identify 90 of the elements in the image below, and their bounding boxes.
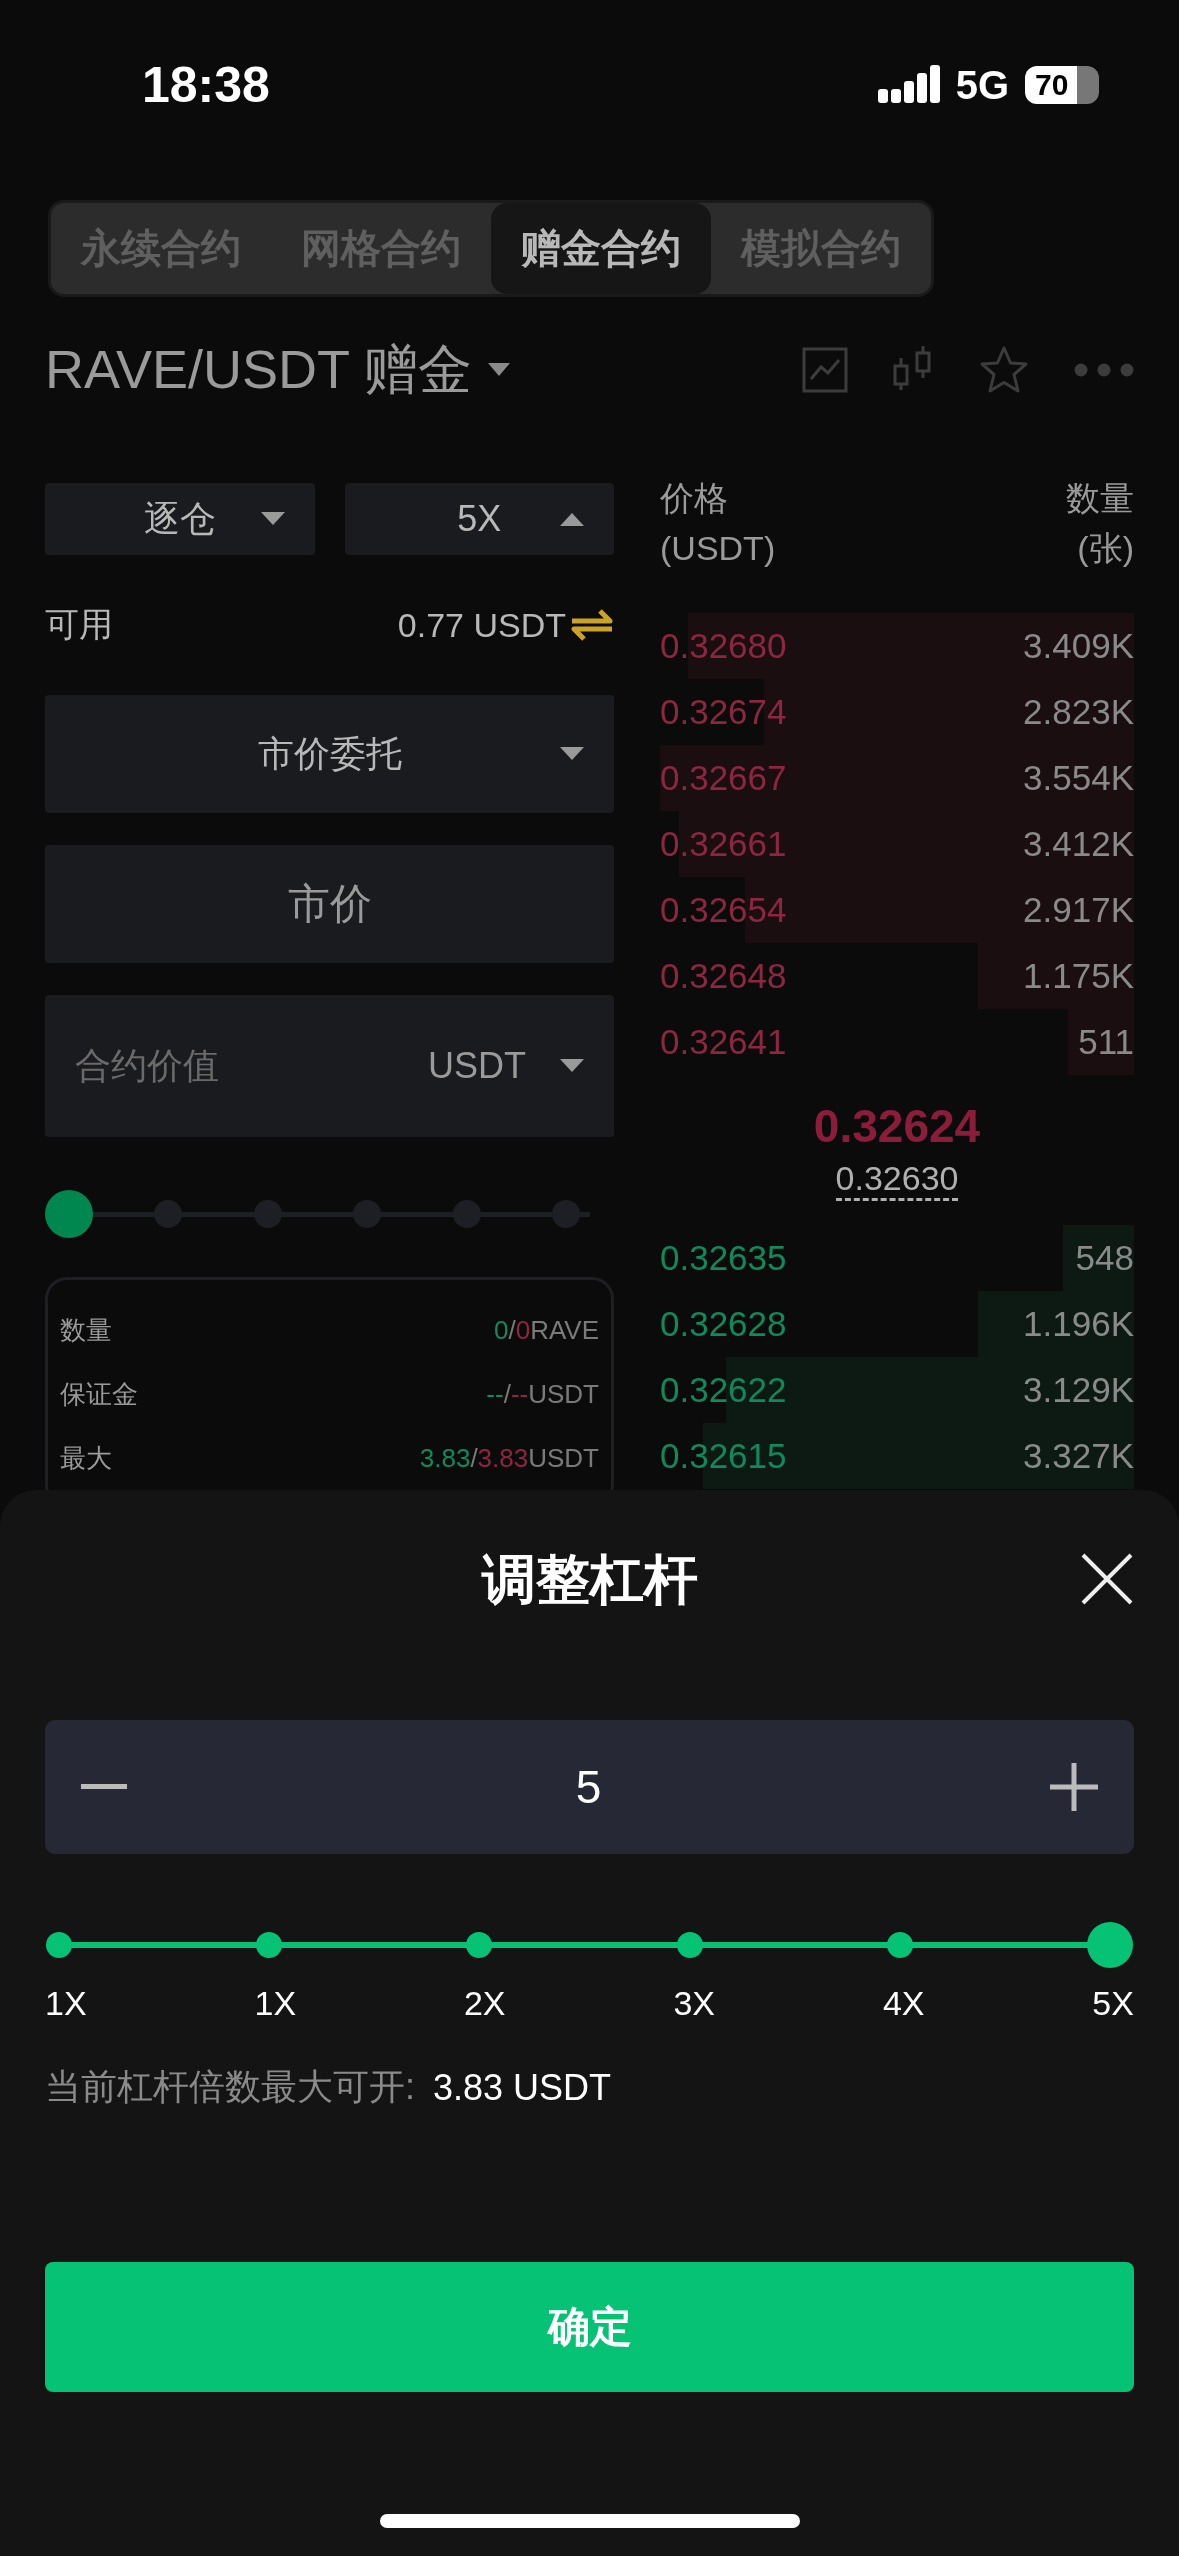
pair-title[interactable]: RAVE/USDT 赠金 bbox=[45, 333, 473, 407]
price-header: 价格 bbox=[660, 478, 729, 519]
slider-thumb[interactable] bbox=[45, 1190, 93, 1238]
available-label: 可用 bbox=[45, 604, 113, 645]
ask-amount: 511 bbox=[1078, 1022, 1134, 1062]
info-label: 数量 bbox=[60, 1313, 112, 1347]
sheet-title: 调整杠杆 bbox=[481, 1547, 698, 1611]
ask-amount: 3.412K bbox=[1023, 824, 1134, 864]
ask-row[interactable]: 0.32674 2.823K bbox=[660, 679, 1134, 745]
caret-icon[interactable] bbox=[560, 1059, 584, 1073]
leverage-label: 3X bbox=[673, 1984, 715, 2023]
amount-input[interactable]: 合约价值 bbox=[75, 1045, 394, 1087]
last-price: 0.32624 bbox=[813, 1099, 981, 1153]
bid-price: 0.32622 bbox=[660, 1370, 787, 1410]
bid-price: 0.32628 bbox=[660, 1304, 787, 1344]
ask-price: 0.32641 bbox=[660, 1022, 787, 1062]
bid-price: 0.32635 bbox=[660, 1238, 787, 1278]
leverage-label: 2X bbox=[463, 1984, 506, 2023]
ask-amount: 2.823K bbox=[1023, 692, 1134, 732]
slider-stop[interactable] bbox=[256, 1932, 283, 1958]
ask-row[interactable]: 0.32661 3.412K bbox=[660, 811, 1134, 877]
ask-amount: 3.554K bbox=[1023, 758, 1134, 798]
network-label: 5G bbox=[955, 62, 1009, 108]
battery-icon: 70 bbox=[1025, 66, 1099, 104]
max-open-value: 3.83 USDT bbox=[433, 2066, 612, 2109]
bid-amount: 1.196K bbox=[1023, 1304, 1134, 1344]
slider-stop[interactable] bbox=[253, 1200, 282, 1228]
ask-price: 0.32667 bbox=[660, 758, 787, 798]
plus-icon[interactable] bbox=[1050, 1763, 1098, 1811]
ask-row[interactable]: 0.32648 1.175K bbox=[660, 943, 1134, 1009]
leverage-value: 5 bbox=[575, 1760, 602, 1814]
bid-amount: 3.327K bbox=[1023, 1436, 1134, 1476]
info-label: 保证金 bbox=[60, 1377, 138, 1411]
leverage-stepper[interactable]: 5 bbox=[45, 1720, 1134, 1854]
info-label: 最大 bbox=[60, 1441, 112, 1475]
available-balance: 0.77 USDT bbox=[397, 605, 566, 645]
signal-icon bbox=[877, 65, 940, 105]
transfer-icon[interactable] bbox=[570, 608, 614, 642]
slider-stop[interactable] bbox=[452, 1200, 481, 1228]
leverage-label: 1X bbox=[254, 1984, 297, 2023]
ask-amount: 3.409K bbox=[1023, 626, 1134, 666]
ask-price: 0.32654 bbox=[660, 890, 787, 930]
info-value: 0/0RAVE bbox=[493, 1314, 599, 1346]
ask-price: 0.32648 bbox=[660, 956, 787, 996]
bid-row[interactable]: 0.32628 1.196K bbox=[660, 1291, 1134, 1357]
slider-stop[interactable] bbox=[466, 1932, 493, 1958]
ask-price: 0.32674 bbox=[660, 692, 787, 732]
ask-price: 0.32661 bbox=[660, 824, 787, 864]
slider-stop[interactable] bbox=[46, 1932, 72, 1958]
caret-icon bbox=[560, 747, 584, 761]
status-time: 18:38 bbox=[142, 56, 270, 114]
bid-row[interactable]: 0.32635 548 bbox=[660, 1225, 1134, 1291]
leverage-label: 4X bbox=[882, 1984, 925, 2023]
star-icon[interactable] bbox=[978, 345, 1030, 395]
bid-amount: 3.129K bbox=[1023, 1370, 1134, 1410]
amount-field[interactable]: 合约价值 USDT bbox=[45, 995, 614, 1137]
ask-row[interactable]: 0.32641 511 bbox=[660, 1009, 1134, 1075]
price-field[interactable]: 市价 bbox=[45, 845, 614, 963]
amount-header: 数量 bbox=[1066, 478, 1134, 519]
bid-row[interactable]: 0.32622 3.129K bbox=[660, 1357, 1134, 1423]
tab[interactable]: 赠金合约 bbox=[491, 203, 711, 294]
margin-mode-dropdown[interactable]: 逐仓 bbox=[45, 483, 315, 555]
slider-stop[interactable] bbox=[353, 1200, 382, 1228]
leverage-label: 1X bbox=[45, 1984, 87, 2023]
ask-amount: 2.917K bbox=[1023, 890, 1134, 930]
mark-price[interactable]: 0.32630 bbox=[835, 1159, 959, 1201]
ask-amount: 1.175K bbox=[1023, 956, 1134, 996]
leverage-dropdown[interactable]: 5X bbox=[344, 483, 614, 555]
minus-icon[interactable] bbox=[81, 1784, 127, 1790]
price-unit: (USDT) bbox=[660, 528, 776, 569]
ask-row[interactable]: 0.32654 2.917K bbox=[660, 877, 1134, 943]
ask-row[interactable]: 0.32667 3.554K bbox=[660, 745, 1134, 811]
close-icon[interactable] bbox=[1080, 1552, 1134, 1606]
info-value: --/--USDT bbox=[486, 1378, 599, 1410]
slider-stop[interactable] bbox=[154, 1200, 183, 1228]
caret-icon[interactable] bbox=[488, 363, 511, 377]
bid-amount: 548 bbox=[1075, 1238, 1134, 1278]
leverage-label: 5X bbox=[1092, 1984, 1134, 2023]
slider-stop[interactable] bbox=[676, 1932, 703, 1958]
slider-stop[interactable] bbox=[552, 1200, 580, 1228]
bid-price: 0.32615 bbox=[660, 1436, 787, 1476]
bid-row[interactable]: 0.32615 3.327K bbox=[660, 1423, 1134, 1489]
order-type-dropdown[interactable]: 市价委托 bbox=[45, 695, 614, 813]
ask-row[interactable]: 0.32680 3.409K bbox=[660, 613, 1134, 679]
slider-stop[interactable] bbox=[1087, 1922, 1133, 1968]
info-value: 3.83/3.83USDT bbox=[419, 1442, 599, 1474]
ask-price: 0.32680 bbox=[660, 626, 787, 666]
amount-unit: (张) bbox=[1077, 528, 1134, 569]
max-open-label: 当前杠杆倍数最大可开: bbox=[45, 2065, 415, 2109]
slider-stop[interactable] bbox=[886, 1932, 913, 1958]
